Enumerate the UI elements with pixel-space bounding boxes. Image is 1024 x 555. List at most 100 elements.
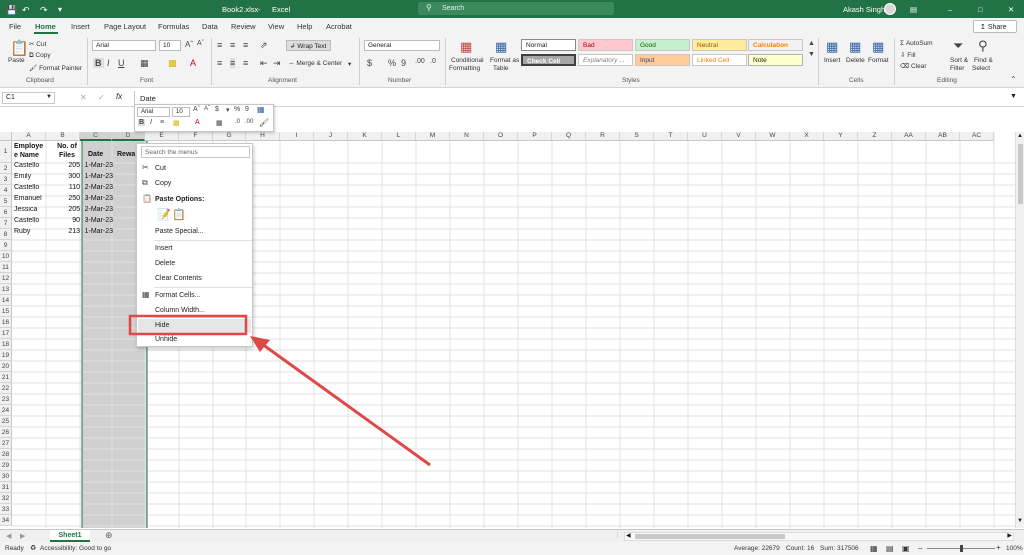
borders-icon[interactable]: ▦ <box>140 58 149 69</box>
mini-comma-icon[interactable]: 9 <box>245 106 249 113</box>
add-sheet-icon[interactable]: ⊕ <box>105 530 113 541</box>
row-header-19[interactable]: 19 <box>0 350 12 361</box>
status-average[interactable]: Average: 22679 <box>734 545 780 552</box>
number-format-select[interactable]: General <box>364 40 440 51</box>
delete-cells-label[interactable]: Delete <box>846 57 865 64</box>
menu-search-input[interactable]: Search the menus <box>141 146 250 158</box>
font-color-icon[interactable]: A <box>190 58 196 68</box>
clear-button[interactable]: ⌫ Clear <box>900 62 927 70</box>
column-header-z[interactable]: Z <box>858 132 892 141</box>
delete-cells-icon[interactable]: ▦ <box>849 39 861 55</box>
column-header-ab[interactable]: AB <box>926 132 960 141</box>
more-options-icon[interactable]: ⋮ <box>614 531 621 539</box>
row-header-27[interactable]: 27 <box>0 438 12 449</box>
tab-view[interactable]: View <box>268 22 284 31</box>
mini-font-name[interactable]: Arial <box>137 107 170 117</box>
format-as-table-label-1[interactable]: Format as <box>490 57 519 64</box>
format-painter-button[interactable]: 🖌 Format Painter <box>29 64 82 72</box>
style-good[interactable]: Good <box>635 39 690 51</box>
row-header-17[interactable]: 17 <box>0 328 12 339</box>
comma-icon[interactable]: 9 <box>401 58 406 68</box>
next-sheet-icon[interactable]: ▶ <box>20 532 25 540</box>
increase-decimal-icon[interactable]: .00 <box>415 58 425 65</box>
undo-icon[interactable]: ↶ <box>22 5 30 16</box>
column-header-u[interactable]: U <box>688 132 722 141</box>
row-header-25[interactable]: 25 <box>0 416 12 427</box>
mini-align-center-icon[interactable]: ≡ <box>160 119 164 126</box>
style-neutral[interactable]: Neutral <box>692 39 747 51</box>
column-header-p[interactable]: P <box>518 132 552 141</box>
vertical-scrollbar[interactable]: ▲ ▼ <box>1015 132 1024 528</box>
menu-item-hide[interactable]: Hide <box>155 322 169 329</box>
normal-view-icon[interactable]: ▦ <box>870 544 878 553</box>
column-header-h[interactable]: H <box>246 132 280 141</box>
cell-files[interactable]: 90 <box>46 217 80 224</box>
style-check-cell[interactable]: Check Cell <box>521 54 576 66</box>
search-box[interactable]: ⚲ Search <box>418 2 614 15</box>
cell-files[interactable]: 205 <box>46 162 80 169</box>
column-header-s[interactable]: S <box>620 132 654 141</box>
page-break-view-icon[interactable]: ▣ <box>902 544 910 553</box>
column-header-x[interactable]: X <box>790 132 824 141</box>
scroll-left-icon[interactable]: ◀ <box>626 532 631 539</box>
row-header-34[interactable]: 34 <box>0 515 12 526</box>
style-explanatory[interactable]: Explanatory ... <box>578 54 633 66</box>
scroll-thumb[interactable] <box>1018 144 1023 204</box>
find-select-label-1[interactable]: Find & <box>974 57 993 64</box>
indent-icon[interactable]: ⇤ <box>260 58 268 69</box>
mini-increase-decimal-icon[interactable]: .00 <box>245 119 253 125</box>
sort-filter-label-2[interactable]: Filter <box>950 65 964 72</box>
row-header-18[interactable]: 18 <box>0 339 12 350</box>
row-header-12[interactable]: 12 <box>0 273 12 284</box>
row-header-23[interactable]: 23 <box>0 394 12 405</box>
align-left-icon[interactable]: ≡ <box>217 58 222 68</box>
scroll-right-icon[interactable]: ▶ <box>1007 532 1012 539</box>
redo-icon[interactable]: ↷ <box>40 5 48 16</box>
cell-files[interactable]: 110 <box>46 184 80 191</box>
menu-item-paste-special[interactable]: Paste Special... <box>155 228 204 235</box>
mini-decrease-decimal-icon[interactable]: .0 <box>235 119 240 125</box>
cell-date[interactable]: 1-Mar-23 <box>83 173 113 180</box>
column-header-c[interactable]: C <box>80 132 112 141</box>
tab-help[interactable]: Help <box>297 22 312 31</box>
column-header-w[interactable]: W <box>756 132 790 141</box>
row-header-20[interactable]: 20 <box>0 361 12 372</box>
menu-item-clear-contents[interactable]: Clear Contents <box>155 275 202 282</box>
row-header-21[interactable]: 21 <box>0 372 12 383</box>
column-header-f[interactable]: F <box>179 132 213 141</box>
cell-date[interactable]: 2-Mar-23 <box>83 184 113 191</box>
column-header-b[interactable]: B <box>46 132 80 141</box>
row-header-14[interactable]: 14 <box>0 295 12 306</box>
column-header-aa[interactable]: AA <box>892 132 926 141</box>
format-as-table-label-2[interactable]: Table <box>493 65 509 72</box>
column-header-q[interactable]: Q <box>552 132 586 141</box>
tab-formulas[interactable]: Formulas <box>158 22 189 31</box>
cell-files[interactable]: 250 <box>46 195 80 202</box>
header-date[interactable]: Date <box>88 151 103 158</box>
merge-center-button[interactable]: ⇔ Merge & Center <box>288 60 342 67</box>
header-reward[interactable]: Rewa <box>117 151 135 158</box>
menu-item-delete[interactable]: Delete <box>155 260 175 267</box>
confirm-entry-icon[interactable]: ✓ <box>98 93 105 102</box>
cell-files[interactable]: 205 <box>46 206 80 213</box>
mini-borders-icon[interactable]: ▦ <box>216 119 223 127</box>
format-cells-label[interactable]: Format <box>868 57 889 64</box>
row-header-3[interactable]: 3 <box>0 174 12 185</box>
row-header-30[interactable]: 30 <box>0 471 12 482</box>
column-header-r[interactable]: R <box>586 132 620 141</box>
font-size-select[interactable]: 10 <box>159 40 181 51</box>
row-header-8[interactable]: 8 <box>0 229 12 240</box>
tab-data[interactable]: Data <box>202 22 218 31</box>
cell-employee-name[interactable]: Castello <box>14 162 46 169</box>
menu-item-unhide[interactable]: Unhide <box>155 336 177 343</box>
row-header-4[interactable]: 4 <box>0 185 12 196</box>
expand-formula-icon[interactable]: ▼ <box>1010 93 1017 100</box>
row-header-5[interactable]: 5 <box>0 196 12 207</box>
ribbon-display-icon[interactable]: ▤ <box>910 5 917 14</box>
merge-dropdown-icon[interactable]: ▾ <box>348 60 351 68</box>
row-header-32[interactable]: 32 <box>0 493 12 504</box>
collapse-ribbon-icon[interactable]: ⌃ <box>1010 75 1017 84</box>
column-header-g[interactable]: G <box>213 132 246 141</box>
style-note[interactable]: Note <box>748 54 803 66</box>
tab-home[interactable]: Home <box>35 22 56 31</box>
